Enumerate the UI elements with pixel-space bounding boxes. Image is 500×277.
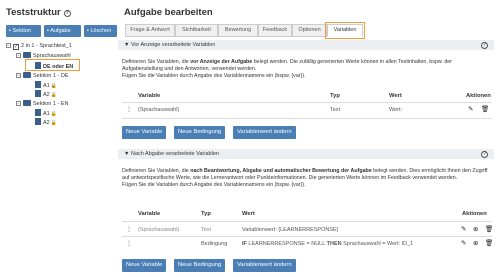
active-tab-highlight xyxy=(325,22,365,39)
selected-item-highlight xyxy=(25,59,80,71)
col-aktionen: Aktionen xyxy=(466,93,491,99)
drag-handle-icon[interactable]: ⋮ xyxy=(126,106,132,113)
collapse-icon[interactable]: − xyxy=(6,43,11,48)
help-icon[interactable]: ? xyxy=(481,41,488,49)
add-task-button[interactable]: ▪ Aufgabe xyxy=(44,25,81,37)
folder-icon xyxy=(23,100,31,106)
panel-pre-display-header[interactable]: ▼ Vor Anzeige verarbeitete Variablen ? xyxy=(118,40,494,50)
new-condition-button[interactable]: Neue Bedingung xyxy=(174,259,226,272)
tree-item-a2-en[interactable]: A2🔒 xyxy=(35,118,57,126)
lock-icon: 🔒 xyxy=(50,111,57,117)
tab-feedback[interactable]: Feedback xyxy=(258,24,292,37)
pencil-icon[interactable]: ✎ xyxy=(461,225,466,233)
help-icon[interactable]: ? xyxy=(481,150,488,158)
collapse-icon[interactable]: − xyxy=(16,73,21,78)
lock-icon: 🔒 xyxy=(50,92,57,98)
tree-item-a2-de[interactable]: A2🔒 xyxy=(35,90,57,98)
tree-item-section-de[interactable]: − Sektion 1 - DE xyxy=(16,72,68,80)
variable-type: Text xyxy=(201,227,212,233)
new-condition-button[interactable]: Neue Bedingung xyxy=(174,126,226,139)
col-wert: Wert xyxy=(242,211,255,217)
new-variable-button[interactable]: Neue Variable xyxy=(122,126,167,139)
condition-type: Bedingung xyxy=(201,241,228,247)
tree-root[interactable]: − ✓ 2 in 1 - Sprachtest_1 xyxy=(6,42,72,50)
tree-title: Teststruktur? xyxy=(6,7,71,18)
folder-icon xyxy=(23,52,31,58)
document-icon xyxy=(35,90,41,97)
trash-icon[interactable]: 🗑 xyxy=(485,225,493,233)
panel-post-submit-header[interactable]: ▼ Nach Abgabe verarbeitete Variablen ? xyxy=(118,149,494,159)
tree-item-a1-en[interactable]: A1🔒 xyxy=(35,109,57,117)
lock-icon: 🔒 xyxy=(50,83,57,89)
trash-icon[interactable]: 🗑 xyxy=(481,105,489,113)
col-typ: Typ xyxy=(201,211,211,217)
document-icon xyxy=(35,109,41,116)
col-variable: Variable xyxy=(138,93,161,99)
document-icon xyxy=(35,118,41,125)
trash-icon[interactable]: 🗑 xyxy=(485,239,493,247)
variable-value: Wert: xyxy=(389,107,403,113)
page-title: Aufgabe bearbeiten xyxy=(124,7,213,18)
col-aktionen: Aktionen xyxy=(462,211,487,217)
folder-icon xyxy=(23,72,31,78)
plus-circle-icon[interactable]: ⊕ xyxy=(473,225,478,233)
col-variable: Variable xyxy=(138,211,161,217)
collapse-icon[interactable]: − xyxy=(16,53,21,58)
tree-item-a1-de[interactable]: A1🔒 xyxy=(35,81,57,89)
collapse-triangle-icon[interactable]: ▼ xyxy=(124,151,131,157)
panel-pre-display-description: Definieren Sie Variablen, die vor Anzeig… xyxy=(122,59,452,79)
help-icon[interactable]: ? xyxy=(63,10,71,17)
variable-type: Text xyxy=(330,107,341,113)
tab-sichtbarkeit[interactable]: Sichtbarkeit xyxy=(175,24,218,37)
change-variable-value-button[interactable]: Variablenwert ändern xyxy=(233,126,296,139)
panel-post-submit-description: Definieren Sie Variablen, die nach Beant… xyxy=(122,168,488,188)
col-typ: Typ xyxy=(330,93,340,99)
drag-handle-icon[interactable]: ⋮ xyxy=(126,226,132,233)
variable-name: (Sprachauswahl) xyxy=(138,107,180,113)
add-section-button[interactable]: ▪ Sektion xyxy=(6,25,41,37)
document-icon xyxy=(35,81,41,88)
collapse-icon[interactable]: − xyxy=(16,101,21,106)
delete-button[interactable]: ▪ Löschen xyxy=(84,25,117,37)
collapse-triangle-icon[interactable]: ▼ xyxy=(124,42,131,48)
pencil-icon[interactable]: ✎ xyxy=(468,105,473,113)
lock-icon: 🔒 xyxy=(50,120,57,126)
change-variable-value-button[interactable]: Variablenwert ändern xyxy=(233,259,296,272)
drag-handle-icon[interactable]: ⋮ xyxy=(126,240,132,247)
tree-item-section-en[interactable]: − Sektion 1 - EN xyxy=(16,100,68,108)
divider xyxy=(122,118,492,119)
condition-expression: IF LEARNERRESPONSE = NULL THEN Sprachaus… xyxy=(242,241,414,247)
divider xyxy=(122,102,492,103)
col-wert: Wert xyxy=(389,93,402,99)
tab-frage-antwort[interactable]: Frage & Antwort xyxy=(125,24,175,37)
tab-bewertung[interactable]: Bewertung xyxy=(218,24,258,37)
divider xyxy=(122,236,492,237)
divider xyxy=(122,221,492,222)
plus-circle-icon[interactable]: ⊕ xyxy=(473,239,478,247)
checkbox-icon[interactable]: ✓ xyxy=(13,44,19,50)
new-variable-button[interactable]: Neue Variable xyxy=(122,259,167,272)
variable-value: Variablenwert: {LEARNERRESPONSE} xyxy=(242,227,339,233)
tab-optionen[interactable]: Optionen xyxy=(292,24,327,37)
pencil-icon[interactable]: ✎ xyxy=(461,239,466,247)
variable-name: (Sprachauswahl) xyxy=(138,227,180,233)
